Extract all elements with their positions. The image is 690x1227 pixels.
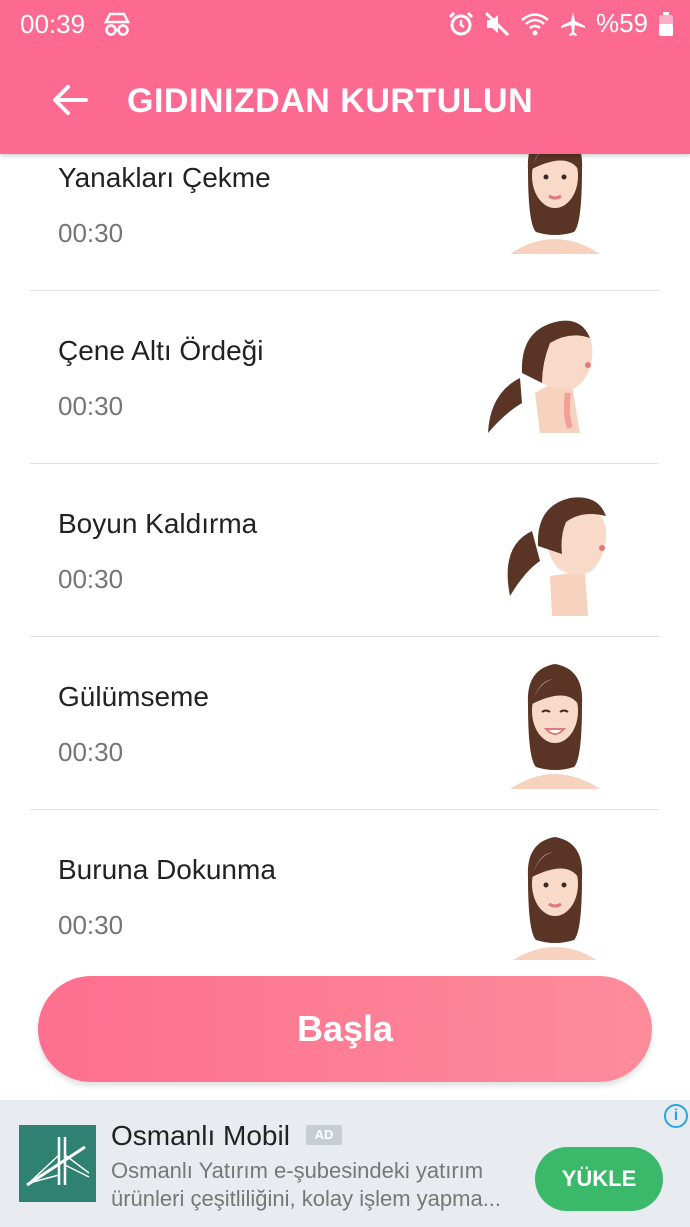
exercise-item[interactable]: Gülümseme 00:30: [30, 637, 659, 810]
exercise-name: Gülümseme: [58, 681, 209, 712]
ad-description-line-2: ürünleri çeşitliliğini, kolay işlem yapm…: [111, 1186, 502, 1211]
ad-install-button[interactable]: YÜKLE: [535, 1147, 663, 1211]
exercise-item[interactable]: Boyun Kaldırma 00:30: [30, 464, 659, 637]
face-front-illustration: [510, 154, 600, 254]
exercise-duration: 00:30: [58, 391, 124, 421]
exercise-duration: 00:30: [58, 564, 124, 594]
exercise-list: Yanakları Çekme 00:30 Çene Altı Ördeği 0…: [0, 154, 690, 960]
start-button[interactable]: Başla: [38, 976, 652, 1082]
exercise-duration: 00:30: [58, 737, 124, 767]
exercise-item[interactable]: Buruna Dokunma 00:30: [30, 810, 659, 960]
wifi-icon: [521, 12, 549, 35]
exercise-item[interactable]: Yanakları Çekme 00:30: [30, 154, 659, 291]
face-profile-chin-illustration: [488, 320, 593, 433]
exercise-name: Buruna Dokunma: [58, 854, 276, 885]
battery-icon: [659, 11, 673, 36]
ad-title: Osmanlı Mobil: [111, 1120, 290, 1151]
incognito-icon: [103, 12, 131, 36]
face-front-illustration: [513, 837, 597, 960]
alarm-icon: [448, 11, 474, 35]
app-bar: GIDINIZDAN KURTULUN: [0, 48, 690, 154]
ad-description-line-1: Osmanlı Yatırım e-şubesindeki yatırım: [111, 1158, 484, 1183]
ad-banner[interactable]: Osmanlı Mobil AD Osmanlı Yatırım e-şubes…: [0, 1100, 690, 1227]
exercise-name: Çene Altı Ördeği: [58, 335, 264, 366]
face-profile-illustration: [507, 497, 607, 616]
status-bar: 00:39 %59: [0, 0, 690, 48]
face-smile-illustration: [510, 664, 600, 789]
ad-badge: AD: [306, 1125, 342, 1145]
exercise-item[interactable]: Çene Altı Ördeği 00:30: [30, 291, 659, 464]
page-title: GIDINIZDAN KURTULUN: [127, 82, 534, 120]
airplane-icon: [560, 11, 585, 36]
ad-info-icon[interactable]: i: [664, 1104, 688, 1128]
back-arrow-icon[interactable]: [50, 80, 90, 120]
status-time: 00:39: [20, 9, 86, 39]
exercise-name: Boyun Kaldırma: [58, 508, 258, 539]
mute-icon: [484, 11, 510, 36]
ad-logo-bridge-icon: [19, 1125, 96, 1202]
exercise-duration: 00:30: [58, 218, 124, 248]
battery-percent: %59: [595, 8, 648, 38]
exercise-duration: 00:30: [58, 910, 124, 940]
exercise-name: Yanakları Çekme: [58, 162, 271, 193]
